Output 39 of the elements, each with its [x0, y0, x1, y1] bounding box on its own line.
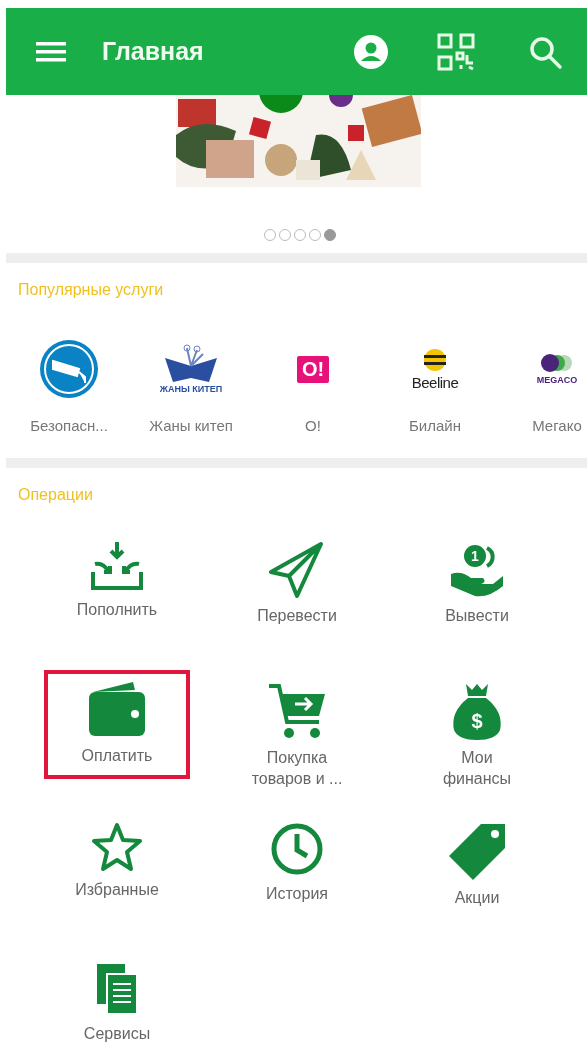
operation-button[interactable]: Акции	[404, 810, 550, 921]
service-label[interactable]: Билайн	[409, 417, 461, 434]
shopping-cart-icon	[267, 682, 327, 740]
screen-title: Главная	[102, 37, 204, 66]
documents-icon	[95, 962, 139, 1016]
qr-code-icon[interactable]	[437, 32, 475, 71]
clock-icon	[270, 822, 324, 876]
page-dot[interactable]	[323, 229, 336, 241]
menu-icon[interactable]	[36, 40, 66, 63]
speech-bubble-logo: O!	[296, 355, 330, 383]
page-dot[interactable]	[263, 229, 276, 241]
service-label[interactable]: Безопасн...	[30, 417, 108, 434]
inbox-icon	[89, 542, 145, 592]
service-label[interactable]: О!	[305, 417, 321, 434]
paper-plane-icon	[269, 542, 325, 598]
section-title: Операции	[18, 486, 94, 504]
tag-icon	[447, 822, 507, 880]
operation-button[interactable]: Пополнить	[44, 530, 190, 633]
page-dot[interactable]	[278, 229, 291, 241]
operation-button[interactable]: $ Мои финансы	[404, 670, 550, 802]
beeline-logo: Beeline	[411, 347, 459, 391]
profile-icon[interactable]	[353, 33, 389, 70]
operation-button[interactable]: Сервисы	[44, 950, 190, 1057]
service-label[interactable]: Мегако	[532, 417, 582, 434]
star-icon	[91, 822, 143, 872]
page-dot[interactable]	[308, 229, 321, 241]
camera-logo-icon	[39, 339, 99, 399]
operation-button[interactable]: Покупка товаров и ...	[224, 670, 370, 802]
page-dot[interactable]	[293, 229, 306, 241]
operation-button[interactable]: 1 Вывести	[404, 530, 550, 639]
megacom-logo: MEGACO	[536, 353, 578, 385]
operation-button[interactable]: Избранные	[44, 810, 190, 913]
operation-button[interactable]: История	[224, 810, 370, 917]
wallet-icon	[87, 682, 147, 738]
operation-button[interactable]: Перевести	[224, 530, 370, 639]
operation-button[interactable]: Оплатить	[44, 670, 190, 779]
section-title: Популярные услуги	[18, 281, 165, 299]
book-logo: ЖАНЫ КИТЕП	[159, 344, 223, 394]
service-label[interactable]: Жаны китеп	[149, 417, 233, 434]
